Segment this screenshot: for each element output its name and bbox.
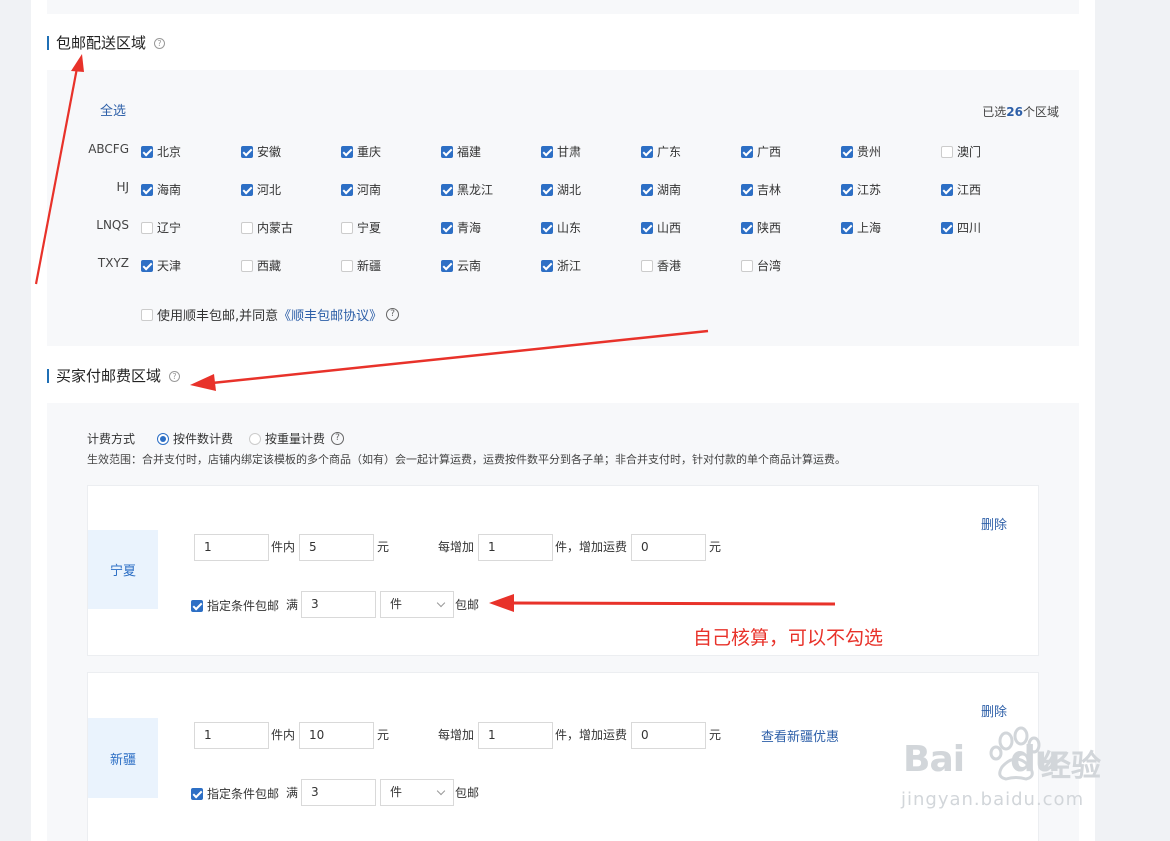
arrow-to-free-shipping-title: [34, 54, 84, 285]
watermark-brand: Bai du: [903, 739, 1060, 780]
annotation-text: 自己核算，可以不勾选: [693, 627, 884, 649]
watermark-brand-text: Bai: [903, 739, 965, 780]
watermark-cn: 经验: [1041, 749, 1101, 784]
arrow-to-conditional-free: [489, 594, 836, 612]
baidu-jingyan-watermark: Bai du 经验 jingyan.baidu.com: [899, 715, 1104, 815]
watermark-url: jingyan.baidu.com: [901, 789, 1085, 810]
arrow-to-buyer-pay-title: [190, 329, 709, 391]
